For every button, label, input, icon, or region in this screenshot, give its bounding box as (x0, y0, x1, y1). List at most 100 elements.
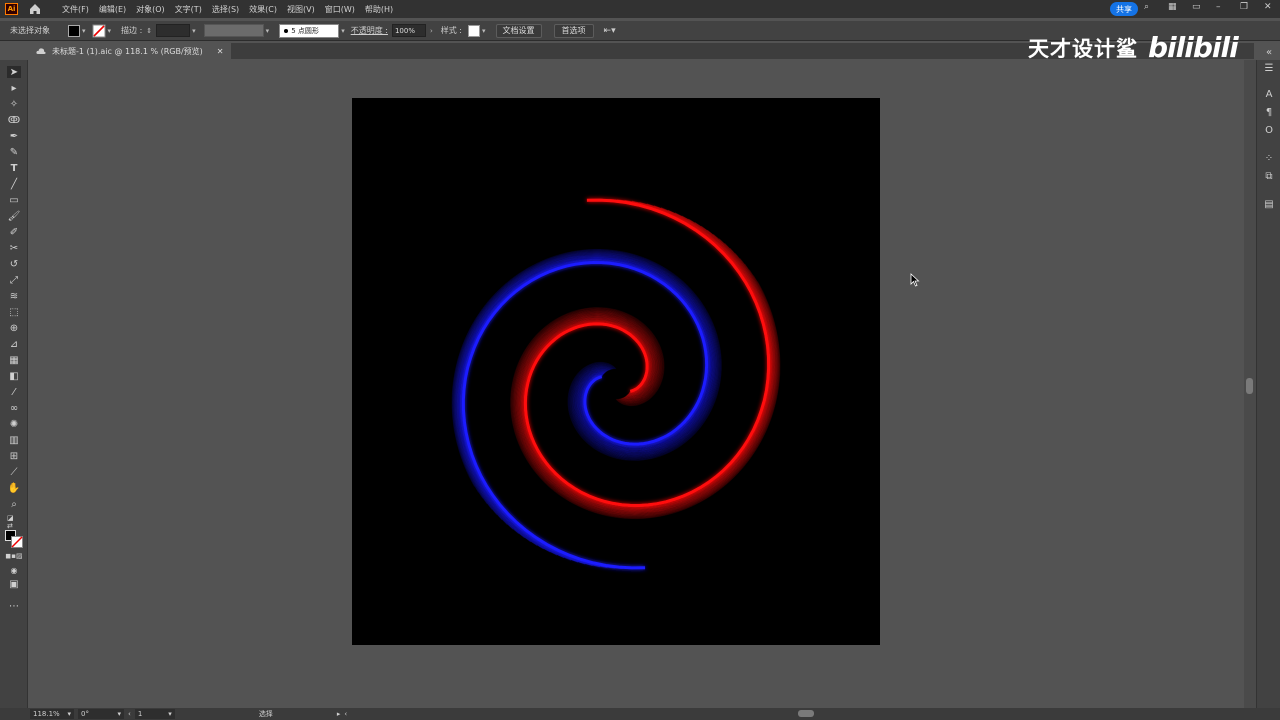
chevron-down-icon[interactable]: ▾ (482, 27, 486, 35)
zoom-level-field[interactable]: 118.1% ▾ (30, 709, 74, 719)
default-colors-icon[interactable]: ◪ ⇄ (7, 514, 21, 530)
close-icon[interactable]: ✕ (1264, 2, 1274, 12)
line-tool-icon[interactable]: ╱ (7, 178, 21, 190)
screen-mode-icon[interactable]: ▣ (7, 578, 21, 590)
menu-item[interactable]: 文字(T) (175, 4, 202, 15)
chevron-down-icon[interactable]: ▾ (108, 27, 112, 35)
close-tab-icon[interactable]: ✕ (217, 47, 224, 56)
variable-width-profile[interactable] (203, 24, 264, 37)
artboard[interactable] (352, 98, 880, 645)
spiral-arm (510, 198, 781, 520)
transform-panel-icon[interactable]: ⧉ (1263, 170, 1275, 182)
perspective-grid-tool-icon[interactable]: ⊿ (7, 338, 21, 350)
fill-stroke-widget[interactable] (5, 530, 23, 548)
gradient-tool-icon[interactable]: ◧ (7, 370, 21, 382)
curvature-tool-icon[interactable]: ✎ (7, 146, 21, 158)
pen-tool-icon[interactable]: ✒ (7, 130, 21, 142)
shaper-tool-icon[interactable]: ✐ (7, 226, 21, 238)
opacity-input[interactable]: 100% (391, 24, 426, 37)
window-controls: ⌕ ▦ ▭ – ❐ ✕ (1144, 2, 1274, 12)
status-bar: 118.1% ▾ 0° ▾ ‹ 1 ▾ 选择 ▸ ‹ (0, 708, 1280, 720)
graphic-style-swatch[interactable] (468, 24, 481, 37)
direct-selection-tool-icon[interactable]: ▸ (7, 82, 21, 94)
column-graph-tool-icon[interactable]: ▥ (7, 434, 21, 446)
style-label: 样式 : (440, 26, 463, 35)
right-panel-dock: « ☰ A ¶ Ο ⁘ ⧉ ▤ (1256, 47, 1280, 710)
document-tab[interactable]: 未标题-1 (1).aic @ 118.1 % (RGB/预览) ✕ (28, 43, 232, 59)
scroll-left-icon[interactable]: ‹ (344, 710, 347, 718)
shape-builder-tool-icon[interactable]: ⊕ (7, 322, 21, 334)
preferences-button[interactable]: 首选项 (553, 23, 594, 38)
type-tool-icon[interactable]: T (7, 162, 21, 174)
menu-item[interactable]: 窗口(W) (325, 4, 355, 15)
character-panel-icon[interactable]: A (1263, 88, 1275, 100)
share-button[interactable]: 共享 (1110, 2, 1138, 16)
menu-item[interactable]: 编辑(E) (99, 4, 126, 15)
stroke-label: 描边 : (121, 26, 143, 35)
vertical-scroll-thumb[interactable] (1246, 378, 1253, 394)
scale-tool-icon[interactable]: ⤢ (7, 274, 21, 286)
stroke-color-icon[interactable] (11, 536, 23, 548)
workspace-icon[interactable]: ▭ (1192, 2, 1202, 12)
search-icon[interactable]: ⌕ (1144, 2, 1154, 12)
more-tools-icon[interactable]: ⋯ (7, 600, 21, 612)
draw-mode-icon[interactable]: ◉ (7, 564, 21, 576)
restore-icon[interactable]: ❐ (1240, 2, 1250, 12)
opentype-panel-icon[interactable]: Ο (1263, 124, 1275, 136)
magic-wand-tool-icon[interactable]: ✧ (7, 98, 21, 110)
vertical-scrollbar[interactable] (1244, 60, 1256, 708)
opacity-label[interactable]: 不透明度 : (351, 25, 388, 36)
artboard-tool-icon[interactable]: ⊞ (7, 450, 21, 462)
align-options-icon[interactable]: ⇤▾ (604, 26, 616, 36)
home-icon[interactable] (28, 2, 42, 16)
stepper-icon[interactable]: ⇕ (146, 27, 152, 35)
chevron-down-icon[interactable]: ▾ (192, 27, 196, 35)
stroke-weight-input[interactable] (156, 24, 191, 37)
fill-swatch[interactable] (68, 24, 80, 37)
free-transform-tool-icon[interactable]: ⬚ (7, 306, 21, 318)
lasso-tool-icon[interactable]: ↂ (7, 114, 21, 126)
libraries-panel-icon[interactable]: ⁘ (1263, 152, 1275, 164)
blend-tool-icon[interactable]: ∞ (7, 402, 21, 414)
spiral-artwork[interactable] (352, 98, 880, 645)
document-setup-button[interactable]: 文档设置 (495, 23, 542, 38)
stroke-none-swatch-icon[interactable] (92, 24, 106, 38)
minimize-icon[interactable]: – (1216, 2, 1226, 12)
brush-definition[interactable]: 5 点圆形 (279, 23, 340, 38)
status-menu-arrow-icon[interactable]: ▸ (337, 710, 341, 718)
menu-item[interactable]: 文件(F) (62, 4, 89, 15)
rectangle-tool-icon[interactable]: ▭ (7, 194, 21, 206)
color-mode-icons[interactable]: ◼▪▨ (5, 550, 22, 562)
paragraph-panel-icon[interactable]: ¶ (1263, 106, 1275, 118)
symbol-sprayer-tool-icon[interactable]: ✺ (7, 418, 21, 430)
artboard-nav-prev-icon[interactable]: ‹ (128, 710, 131, 718)
mesh-tool-icon[interactable]: ▦ (7, 354, 21, 366)
spiral-arm (451, 248, 722, 570)
selection-tool-icon[interactable]: ➤ (7, 66, 21, 78)
chevron-down-icon[interactable]: ▾ (266, 27, 270, 35)
artboard-number-field[interactable]: 1 ▾ (134, 709, 175, 719)
chevron-down-icon[interactable]: ▾ (82, 27, 86, 35)
chevron-down-icon[interactable]: ▾ (341, 27, 345, 35)
menu-item[interactable]: 对象(O) (136, 4, 165, 15)
hand-tool-icon[interactable]: ✋ (7, 482, 21, 494)
warp-tool-icon[interactable]: ≋ (7, 290, 21, 302)
menu-item[interactable]: 帮助(H) (365, 4, 393, 15)
menu-item[interactable]: 视图(V) (287, 4, 315, 15)
properties-panel-icon[interactable]: ☰ (1263, 62, 1275, 74)
rotate-tool-icon[interactable]: ↺ (7, 258, 21, 270)
eyedropper-tool-icon[interactable]: ⁄ (7, 386, 21, 398)
scissors-tool-icon[interactable]: ✂ (7, 242, 21, 254)
paintbrush-tool-icon[interactable]: 🖌 (7, 210, 21, 222)
chevron-right-icon[interactable]: › (430, 27, 433, 35)
collapse-panels-icon[interactable]: « (1263, 46, 1275, 58)
arrange-documents-icon[interactable]: ▦ (1168, 2, 1178, 12)
slice-tool-icon[interactable]: ⟋ (7, 466, 21, 478)
menu-items: 文件(F) 编辑(E) 对象(O) 文字(T) 选择(S) 效果(C) 视图(V) 窗口(W)… (62, 4, 393, 15)
align-panel-icon[interactable]: ▤ (1263, 198, 1275, 210)
menu-item[interactable]: 效果(C) (249, 4, 277, 15)
horizontal-scroll-thumb[interactable] (798, 710, 814, 717)
zoom-tool-icon[interactable]: ⌕ (7, 498, 21, 510)
menu-item[interactable]: 选择(S) (212, 4, 239, 15)
rotate-view-field[interactable]: 0° ▾ (78, 709, 124, 719)
